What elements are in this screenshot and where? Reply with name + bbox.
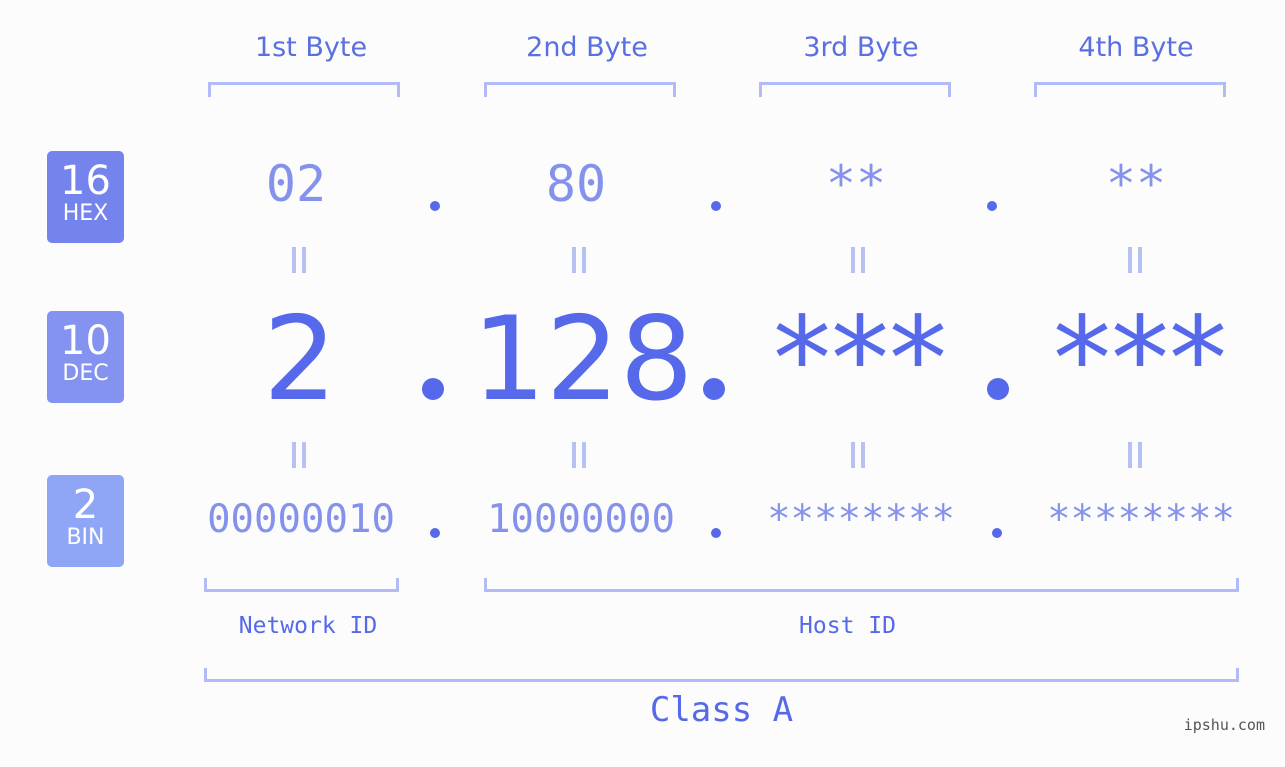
hex-byte-2: 80	[545, 155, 607, 213]
class-bracket	[204, 668, 1239, 682]
bin-badge: 2 BIN	[47, 475, 124, 567]
class-label: Class A	[649, 690, 794, 730]
hex-separator-dot-2	[711, 201, 721, 211]
bin-byte-4: ********	[1047, 497, 1235, 542]
hex-byte-1: 02	[265, 155, 327, 213]
dec-separator-dot-1	[422, 378, 444, 400]
equals-icon	[1128, 247, 1142, 273]
equals-icon	[851, 247, 865, 273]
bin-byte-2: 10000000	[487, 497, 675, 542]
equals-icon	[292, 442, 306, 468]
dec-byte-3: ***	[773, 292, 947, 427]
byte-header-4: 4th Byte	[1078, 32, 1194, 63]
bin-base-label: BIN	[66, 525, 105, 550]
byte-bracket-3	[759, 82, 951, 97]
dec-byte-2: 128	[472, 292, 694, 427]
byte-bracket-4	[1034, 82, 1226, 97]
hex-base-number: 16	[60, 158, 111, 204]
host-id-label: Host ID	[799, 613, 896, 639]
bin-base-number: 2	[72, 482, 99, 528]
bin-separator-dot-3	[992, 528, 1002, 538]
bin-byte-3: ********	[767, 497, 955, 542]
host-id-bracket	[484, 578, 1239, 592]
dec-byte-1: 2	[263, 292, 337, 427]
watermark: ipshu.com	[1183, 716, 1265, 734]
hex-byte-3: **	[825, 155, 887, 213]
network-id-label: Network ID	[238, 613, 378, 639]
dec-byte-4: ***	[1053, 292, 1227, 427]
byte-header-3: 3rd Byte	[803, 32, 919, 63]
dec-base-label: DEC	[62, 361, 109, 386]
hex-badge: 16 HEX	[47, 151, 124, 243]
hex-separator-dot-1	[430, 201, 440, 211]
byte-header-2: 2nd Byte	[526, 32, 648, 63]
byte-header-1: 1st Byte	[254, 32, 368, 63]
equals-icon	[572, 247, 586, 273]
dec-separator-dot-2	[703, 378, 725, 400]
dec-badge: 10 DEC	[47, 311, 124, 403]
equals-icon	[1128, 442, 1142, 468]
hex-byte-4: **	[1105, 155, 1167, 213]
dec-separator-dot-3	[987, 378, 1009, 400]
bin-separator-dot-1	[430, 528, 440, 538]
byte-bracket-1	[208, 82, 400, 97]
equals-icon	[292, 247, 306, 273]
hex-separator-dot-3	[987, 201, 997, 211]
network-id-bracket	[204, 578, 399, 592]
dec-base-number: 10	[60, 318, 111, 364]
equals-icon	[851, 442, 865, 468]
bin-byte-1: 00000010	[207, 497, 395, 542]
hex-base-label: HEX	[62, 201, 109, 226]
bin-separator-dot-2	[711, 528, 721, 538]
byte-bracket-2	[484, 82, 676, 97]
equals-icon	[572, 442, 586, 468]
